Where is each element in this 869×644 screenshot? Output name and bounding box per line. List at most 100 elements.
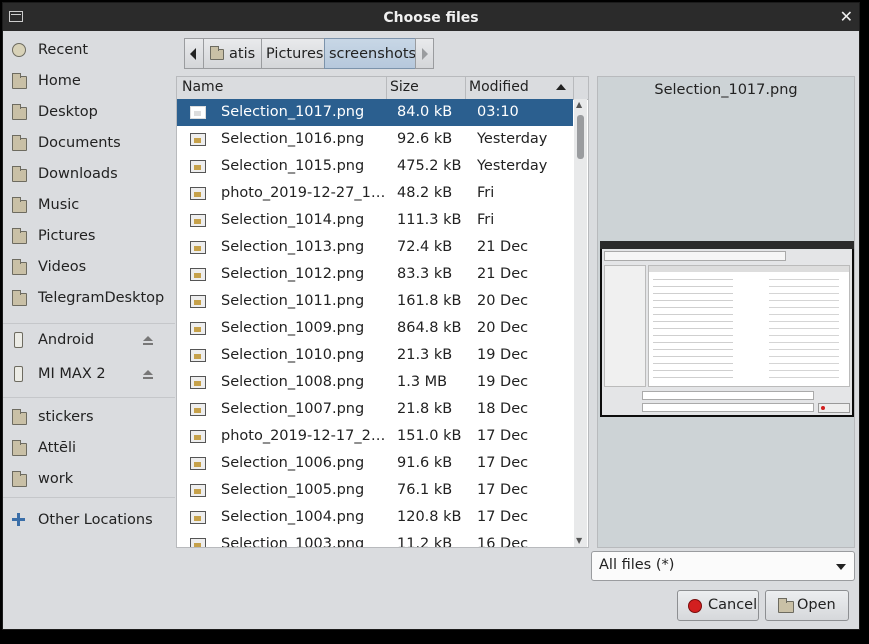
path-segment-home[interactable]: atis	[203, 38, 262, 69]
file-size: 475.2 kB	[397, 158, 462, 174]
file-row[interactable]: photo_2019-12-17_2… 151.0 kB 17 Dec	[177, 423, 573, 450]
scrollbar-thumb[interactable]	[577, 115, 584, 159]
image-file-icon	[190, 430, 206, 443]
scroll-down-icon[interactable]: ▼	[576, 536, 582, 545]
image-file-icon	[190, 484, 206, 497]
file-name: Selection_1010.png	[221, 347, 365, 363]
sidebar-item-label: Music	[38, 197, 80, 213]
sidebar-item-documents-folder-icon[interactable]: Documents	[3, 130, 175, 156]
column-divider[interactable]	[386, 77, 387, 99]
home-folder-icon	[12, 73, 27, 89]
file-row[interactable]: Selection_1015.png 475.2 kB Yesterday	[177, 153, 573, 180]
title-bar[interactable]: Choose files ✕	[3, 3, 859, 31]
sidebar-item-label: Documents	[38, 135, 121, 151]
filter-selected-value: All files (*)	[599, 557, 675, 573]
sidebar-item-phone-icon[interactable]: MI MAX 2	[3, 361, 175, 387]
column-divider	[573, 77, 574, 99]
file-row[interactable]: Selection_1013.png 72.4 kB 21 Dec	[177, 234, 573, 261]
sidebar-item-folder-icon[interactable]: work	[3, 466, 175, 492]
sidebar-item-downloads-folder-icon[interactable]: Downloads	[3, 161, 175, 187]
file-name: Selection_1017.png	[221, 104, 365, 120]
file-modified: 03:10	[477, 104, 519, 120]
path-scroll-left-button[interactable]	[184, 38, 204, 69]
thumbnail-list-values	[769, 275, 839, 379]
path-segment-pictures[interactable]: Pictures	[261, 38, 325, 69]
sidebar-item-folder-icon[interactable]: stickers	[3, 404, 175, 430]
sidebar-item-folder-icon[interactable]: Attēli	[3, 435, 175, 461]
path-segment-screenshots[interactable]: screenshots	[324, 38, 416, 69]
sort-ascending-icon	[556, 84, 566, 90]
file-name: photo_2019-12-17_2…	[221, 428, 386, 444]
sidebar-separator	[3, 397, 175, 398]
file-size: 76.1 kB	[397, 482, 453, 498]
file-size: 120.8 kB	[397, 509, 462, 525]
file-row[interactable]: Selection_1014.png 111.3 kB Fri	[177, 207, 573, 234]
column-header-row: Name Size Modified	[177, 77, 588, 100]
eject-icon[interactable]	[143, 336, 153, 346]
sidebar-item-label: TelegramDesktop	[38, 290, 165, 306]
file-row[interactable]: Selection_1009.png 864.8 kB 20 Dec	[177, 315, 573, 342]
close-icon[interactable]: ✕	[840, 7, 853, 26]
open-button[interactable]: Open	[765, 590, 849, 621]
open-label: Open	[797, 597, 836, 613]
file-modified: 19 Dec	[477, 347, 529, 363]
thumbnail-titlebar	[600, 241, 854, 249]
file-modified: Fri	[477, 212, 495, 228]
sidebar-item-home-folder-icon[interactable]: Home	[3, 68, 175, 94]
image-file-icon	[190, 133, 206, 146]
preview-filename: Selection_1017.png	[654, 82, 798, 98]
file-row[interactable]: Selection_1006.png 91.6 kB 17 Dec	[177, 450, 573, 477]
file-name: Selection_1005.png	[221, 482, 365, 498]
scroll-up-icon[interactable]: ▲	[576, 100, 582, 109]
image-file-icon	[190, 349, 206, 362]
thumbnail-filename-field	[642, 391, 814, 400]
column-divider[interactable]	[465, 77, 466, 99]
file-size: 1.3 MB	[397, 374, 448, 390]
path-segment-label: atis	[229, 46, 256, 62]
sidebar-item-desktop-folder-icon[interactable]: Desktop	[3, 99, 175, 125]
file-modified: 17 Dec	[477, 509, 529, 525]
file-row[interactable]: Selection_1003.png 11.2 kB 16 Dec	[177, 531, 573, 548]
sidebar-item-label: Videos	[38, 259, 87, 275]
cancel-button[interactable]: Cancel	[677, 590, 759, 621]
file-list[interactable]: Name Size Modified Selection_1017.png 84.…	[176, 76, 589, 548]
downloads-folder-icon	[12, 166, 27, 182]
file-row[interactable]: Selection_1012.png 83.3 kB 21 Dec	[177, 261, 573, 288]
desktop-folder-icon	[12, 104, 27, 120]
file-row[interactable]: photo_2019-12-27_1… 48.2 kB Fri	[177, 180, 573, 207]
sidebar-item-videos-folder-icon[interactable]: Videos	[3, 254, 175, 280]
sidebar-item-music-folder-icon[interactable]: Music	[3, 192, 175, 218]
sidebar-item-label: Home	[38, 73, 81, 89]
sidebar-item-pictures-folder-icon[interactable]: Pictures	[3, 223, 175, 249]
sidebar-item-plus-icon[interactable]: Other Locations	[3, 507, 175, 533]
file-row[interactable]: Selection_1017.png 84.0 kB 03:10	[177, 99, 573, 126]
sidebar-item-recent-icon[interactable]: Recent	[3, 37, 175, 63]
image-file-icon	[190, 241, 206, 254]
sidebar-item-folder-icon[interactable]: TelegramDesktop	[3, 285, 175, 311]
file-name: Selection_1004.png	[221, 509, 365, 525]
file-row[interactable]: Selection_1011.png 161.8 kB 20 Dec	[177, 288, 573, 315]
sidebar-item-label: Desktop	[38, 104, 98, 120]
file-modified: 17 Dec	[477, 455, 529, 471]
eject-icon[interactable]	[143, 370, 153, 380]
pictures-folder-icon	[12, 228, 27, 244]
file-row[interactable]: Selection_1004.png 120.8 kB 17 Dec	[177, 504, 573, 531]
column-header-size[interactable]: Size	[390, 79, 419, 95]
phone-icon	[14, 366, 23, 382]
sidebar-item-phone-icon[interactable]: Android	[3, 327, 175, 353]
file-row[interactable]: Selection_1008.png 1.3 MB 19 Dec	[177, 369, 573, 396]
path-scroll-right-button[interactable]	[415, 38, 434, 69]
file-modified: Yesterday	[477, 158, 548, 174]
file-row[interactable]: Selection_1016.png 92.6 kB Yesterday	[177, 126, 573, 153]
thumbnail-list-rows	[653, 275, 733, 379]
file-row[interactable]: Selection_1010.png 21.3 kB 19 Dec	[177, 342, 573, 369]
vertical-scrollbar[interactable]: ▲ ▼	[574, 99, 587, 547]
file-row[interactable]: Selection_1007.png 21.8 kB 18 Dec	[177, 396, 573, 423]
file-row[interactable]: Selection_1005.png 76.1 kB 17 Dec	[177, 477, 573, 504]
file-modified: 16 Dec	[477, 536, 529, 548]
file-size: 111.3 kB	[397, 212, 462, 228]
image-file-icon	[190, 160, 206, 173]
column-header-name[interactable]: Name	[182, 79, 223, 95]
file-type-filter[interactable]: All files (*)	[591, 551, 855, 581]
column-header-modified[interactable]: Modified	[469, 79, 529, 95]
